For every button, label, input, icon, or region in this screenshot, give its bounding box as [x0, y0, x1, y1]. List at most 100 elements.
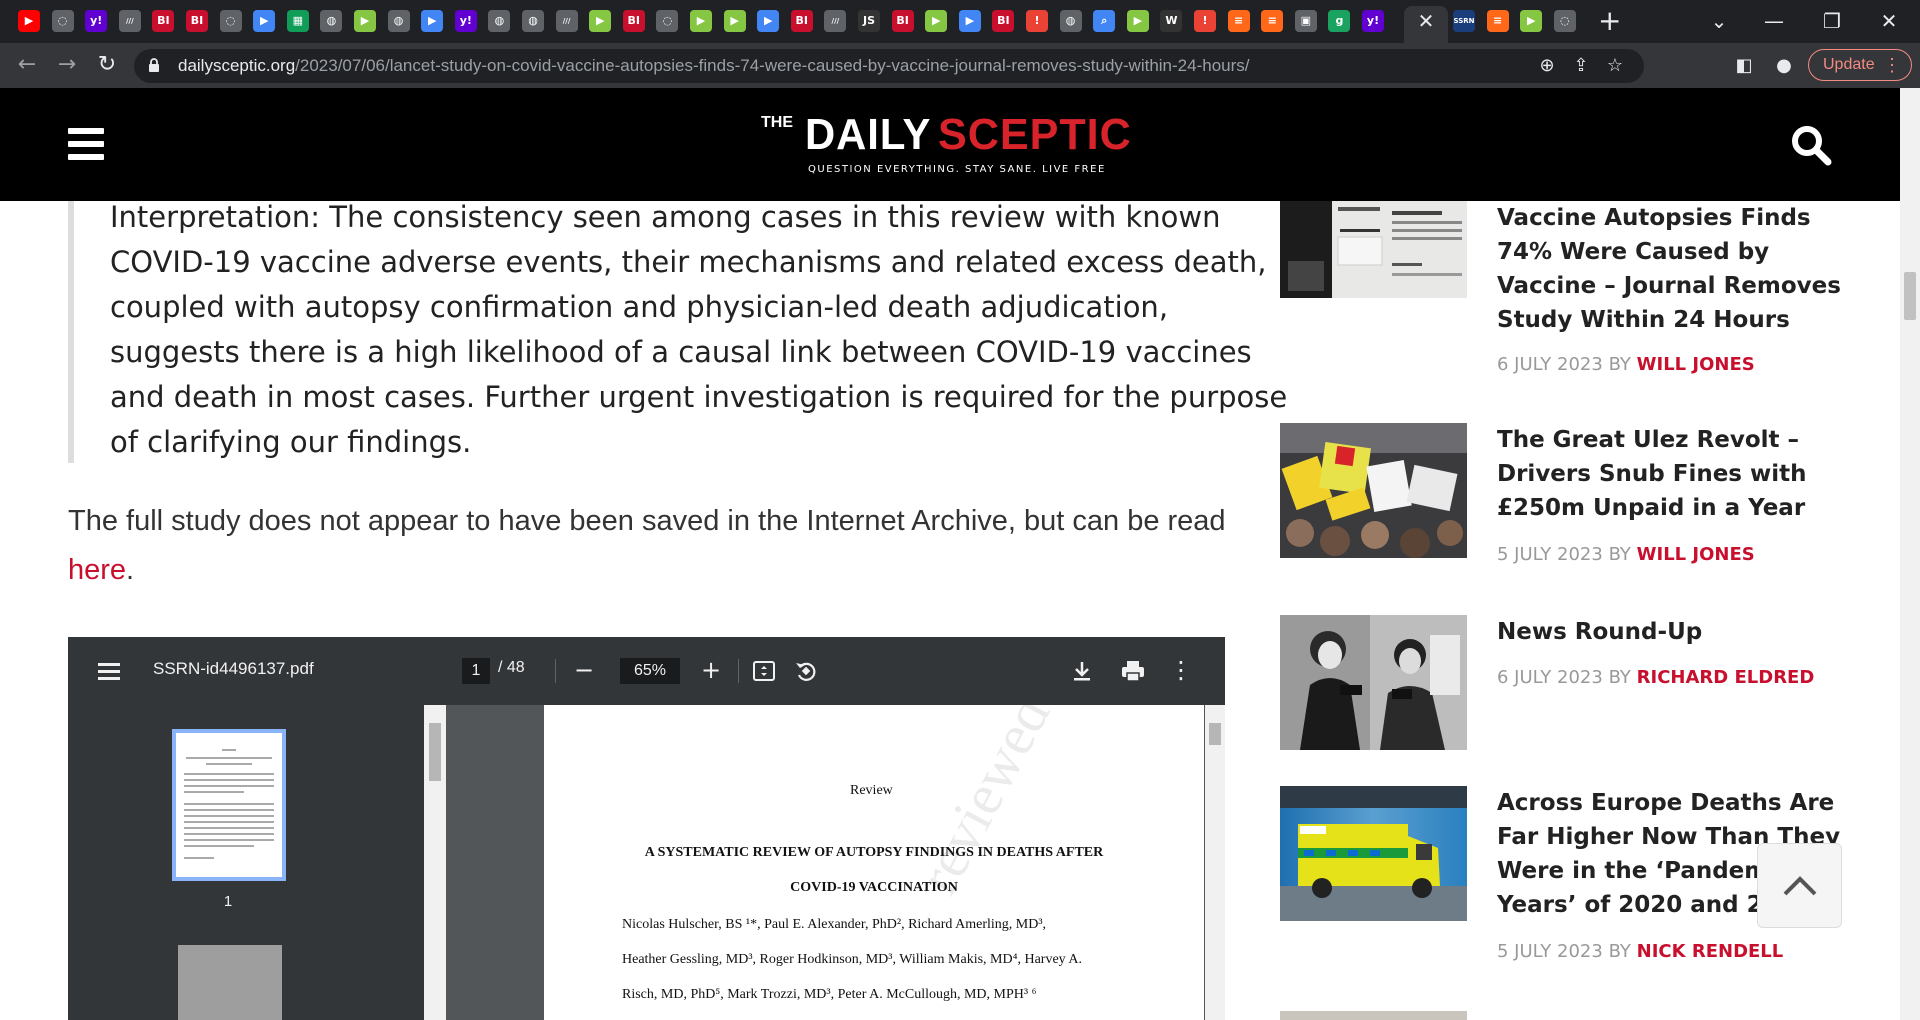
zoom-icon[interactable]: ⊕: [1534, 54, 1560, 78]
arrow-site-icon[interactable]: ▶: [421, 10, 444, 32]
post-author[interactable]: WILL JONES: [1637, 354, 1755, 375]
rotate-icon[interactable]: [792, 657, 820, 685]
post-title[interactable]: Vaccine Autopsies Finds 74% Were Caused …: [1497, 201, 1857, 337]
rumble-icon[interactable]: ▶: [690, 10, 712, 32]
post-thumbnail[interactable]: [1280, 786, 1467, 921]
post-author[interactable]: RICHARD ELDRED: [1637, 667, 1815, 688]
bi-icon[interactable]: BI: [891, 10, 914, 32]
yahoo-icon[interactable]: y!: [1362, 10, 1384, 32]
alert-icon[interactable]: !: [1026, 10, 1048, 32]
generic-site-icon[interactable]: ◌: [1553, 10, 1576, 32]
news-icon[interactable]: ///: [824, 10, 847, 32]
substack-icon[interactable]: ≡: [1261, 10, 1284, 32]
tab-search-icon[interactable]: ⌄: [1704, 8, 1734, 34]
rumble-icon[interactable]: ▶: [723, 10, 746, 32]
print-icon[interactable]: [1119, 657, 1147, 685]
study-link[interactable]: here: [68, 554, 126, 586]
thumbnail-scrollbar[interactable]: [424, 705, 446, 1020]
pdf-zoom-input[interactable]: 65%: [620, 658, 680, 684]
news-icon[interactable]: W: [1160, 10, 1183, 32]
back-icon[interactable]: ←: [12, 52, 42, 78]
post-author[interactable]: WILL JONES: [1637, 544, 1755, 565]
yahoo-icon[interactable]: y!: [454, 10, 477, 32]
globe-icon[interactable]: ◍: [488, 10, 511, 32]
page-thumbnail[interactable]: [178, 945, 282, 1020]
globe-icon[interactable]: ◍: [1059, 10, 1082, 32]
post-title[interactable]: The Great Ulez Revolt – Drivers Snub Fin…: [1497, 423, 1857, 525]
menu-icon[interactable]: [68, 128, 104, 160]
star-icon[interactable]: ☆: [1602, 54, 1628, 78]
g-icon[interactable]: g: [1328, 10, 1351, 32]
bi-icon[interactable]: BI: [152, 10, 175, 32]
zoom-in-icon[interactable]: +: [696, 655, 726, 685]
post-thumbnail[interactable]: [1280, 1011, 1467, 1020]
rumble-icon[interactable]: ▶: [589, 10, 612, 32]
post-thumbnail[interactable]: [1280, 423, 1467, 558]
menu-dots-icon[interactable]: ⋮: [1883, 50, 1901, 80]
globe-icon[interactable]: ◍: [522, 10, 544, 32]
doc-review-label: Review: [850, 783, 893, 798]
forward-icon[interactable]: →: [52, 52, 82, 78]
site-logo[interactable]: THE DAILY SCEPTIC QUESTION EVERYTHING. S…: [760, 110, 1140, 182]
browser-tab-strip: ▶ ◌ y! /// BI BI ◌ ▶ ▦ ◍ ▶ ◍ ▶ y! ◍ ◍ /// ▶ BI ◌ ▶ ▶ ▶ BI /// JS B…: [0, 0, 1920, 43]
arrow-site-icon[interactable]: ▶: [253, 10, 276, 32]
bi-icon[interactable]: BI: [622, 10, 645, 32]
pdf-menu-icon[interactable]: [98, 663, 120, 680]
substack-icon[interactable]: ≡: [1227, 10, 1250, 32]
post-title[interactable]: News Round-Up: [1497, 615, 1857, 649]
js-icon[interactable]: JS: [858, 10, 880, 32]
pdf-scrollbar[interactable]: [1205, 705, 1225, 1020]
restore-icon[interactable]: ❐: [1817, 8, 1847, 34]
post-title[interactable]: [1497, 1011, 1857, 1020]
generic-site-icon[interactable]: ◌: [51, 10, 74, 32]
news-icon[interactable]: ///: [555, 10, 578, 32]
bi-icon[interactable]: BI: [992, 10, 1015, 32]
rumble-icon[interactable]: ▶: [925, 10, 948, 32]
image-icon[interactable]: ▣: [1294, 10, 1317, 32]
generic-site-icon[interactable]: ◌: [219, 10, 242, 32]
globe-icon[interactable]: ◍: [387, 10, 410, 32]
post-thumbnail[interactable]: [1280, 615, 1467, 750]
sheets-icon[interactable]: ▦: [286, 10, 309, 32]
new-tab-button[interactable]: +: [1598, 6, 1621, 36]
rumble-icon[interactable]: ▶: [354, 10, 376, 32]
globe-icon[interactable]: ◍: [320, 10, 343, 32]
download-icon[interactable]: [1068, 657, 1096, 685]
post-author[interactable]: NICK RENDELL: [1637, 941, 1784, 962]
address-bar[interactable]: dailysceptic.org/2023/07/06/lancet-study…: [134, 49, 1644, 83]
news-icon[interactable]: ///: [118, 10, 141, 32]
rumble-icon[interactable]: ▶: [1126, 10, 1149, 32]
profile-icon[interactable]: ●: [1772, 56, 1796, 76]
substack-icon[interactable]: ≡: [1486, 10, 1509, 32]
close-window-icon[interactable]: ✕: [1874, 8, 1904, 34]
minimize-icon[interactable]: —: [1759, 8, 1789, 34]
arrow-site-icon[interactable]: ▶: [958, 10, 981, 32]
fit-page-icon[interactable]: [750, 657, 778, 685]
scrollbar-thumb[interactable]: [1904, 272, 1916, 320]
alert-icon[interactable]: !: [1194, 10, 1216, 32]
back-to-top-button[interactable]: [1757, 843, 1842, 928]
close-tab-icon[interactable]: ✕: [1415, 9, 1437, 33]
side-panel-icon[interactable]: ◧: [1732, 56, 1756, 76]
generic-site-icon[interactable]: ◌: [656, 10, 679, 32]
youtube-icon[interactable]: ▶: [18, 10, 40, 32]
page-scrollbar[interactable]: [1900, 88, 1920, 1020]
search-icon[interactable]: [1790, 124, 1832, 166]
page-thumbnail[interactable]: [172, 729, 286, 881]
bi-icon[interactable]: BI: [186, 10, 208, 32]
ssrn-icon[interactable]: SSRN: [1453, 10, 1475, 32]
arrow-site-icon[interactable]: ▶: [757, 10, 780, 32]
post-thumbnail[interactable]: [1280, 201, 1467, 298]
zoom-out-icon[interactable]: −: [569, 655, 599, 685]
search-site-icon[interactable]: ⌕: [1093, 10, 1116, 32]
pdf-filename: SSRN-id4496137.pdf: [153, 659, 314, 678]
pdf-page-input[interactable]: 1: [462, 658, 490, 684]
authors-line: Nicolas Hulscher, BS ¹*, Paul E. Alexand…: [622, 917, 1047, 932]
reload-icon[interactable]: ↻: [92, 52, 122, 78]
more-options-icon[interactable]: ⋮: [1166, 655, 1196, 685]
bi-icon[interactable]: BI: [790, 10, 813, 32]
update-button[interactable]: Update ⋮: [1808, 49, 1912, 81]
share-icon[interactable]: ⇪: [1568, 54, 1594, 78]
yahoo-icon[interactable]: y!: [85, 10, 108, 32]
rumble-icon[interactable]: ▶: [1520, 10, 1543, 32]
